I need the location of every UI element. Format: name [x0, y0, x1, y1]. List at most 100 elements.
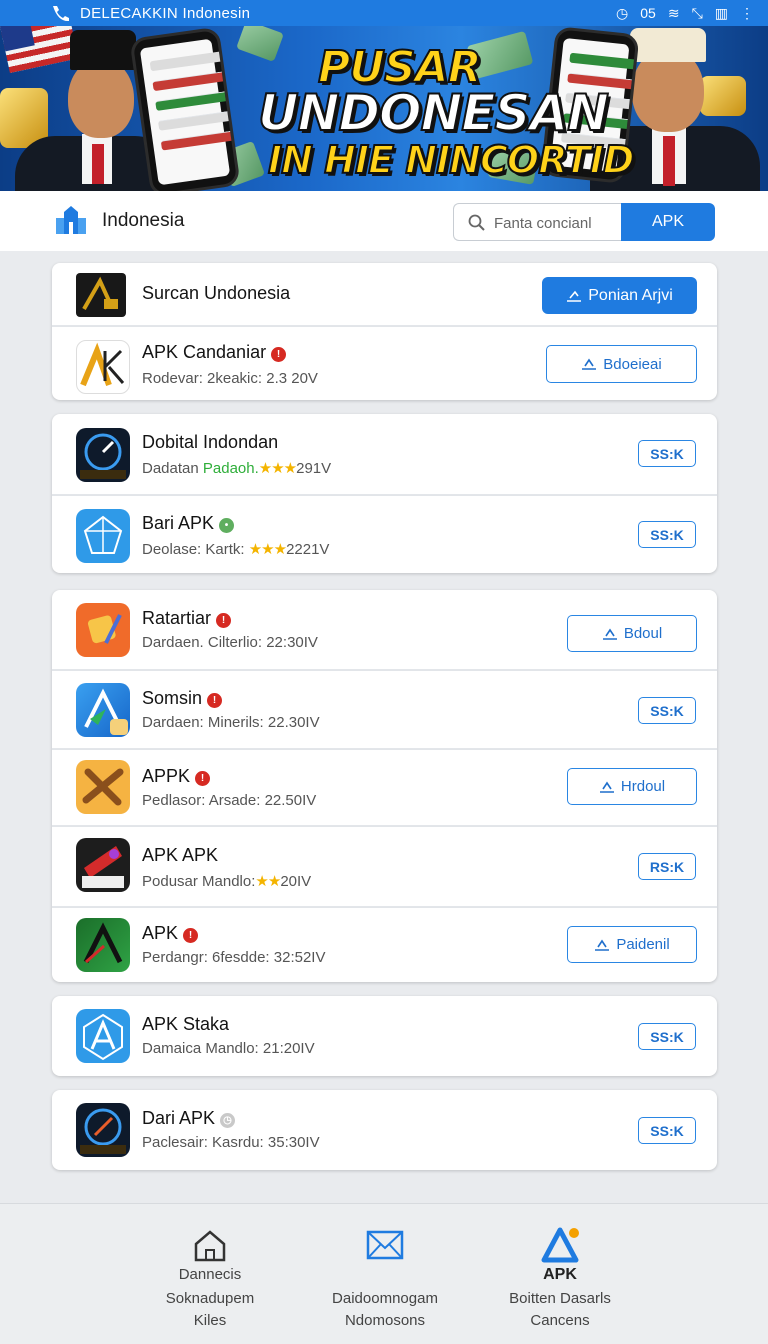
brand-title: Indonesia	[102, 210, 185, 231]
list-item[interactable]: Somsin! Dardaen: Minerils: 22.30IV SS:K	[52, 669, 717, 748]
alert-badge: !	[216, 613, 232, 628]
download-button[interactable]: Bdoeieai	[546, 345, 697, 383]
app-icon	[76, 340, 130, 394]
status-bar-title: DELECAKKIN Indonesin	[80, 4, 251, 22]
search-header: Indonesia APK	[0, 191, 768, 251]
money-image	[236, 26, 284, 62]
nav-label: Cancens	[530, 1312, 590, 1329]
download-button[interactable]: SS:K	[638, 1023, 696, 1050]
download-icon	[602, 628, 617, 640]
app-meta: Dadatan Padaoh.★★★291V	[142, 460, 332, 477]
alert-badge: !	[183, 928, 199, 943]
status-count: 05	[640, 5, 656, 21]
list-item[interactable]: APPK! Pedlasor: Arsade: 22.50IV Hrdoul	[52, 748, 717, 825]
download-icon	[567, 290, 582, 302]
button-label: Bdoeieai	[603, 355, 662, 373]
app-title: Dobital Indondan	[142, 432, 279, 452]
download-button[interactable]: Bdoul	[567, 615, 697, 652]
banner-headline: UNDONESAN	[257, 83, 610, 143]
app-title: APK APK	[142, 845, 219, 865]
phone-icon	[53, 6, 69, 22]
app-title: APK!	[142, 923, 199, 944]
download-button[interactable]: Hrdoul	[567, 768, 697, 805]
alarm-icon: ◷	[616, 4, 629, 21]
search-icon	[468, 214, 485, 231]
app-meta: Paclesair: Kasrdu: 35:30IV	[142, 1134, 320, 1151]
apk-logo-icon	[541, 1227, 579, 1263]
search-box[interactable]	[453, 203, 621, 241]
app-title: APPK!	[142, 766, 211, 787]
download-button[interactable]: SS:K	[638, 521, 696, 548]
app-meta: Podusar Mandlo:★★20IV	[142, 873, 312, 890]
nav-item-apk[interactable]: APK Boitten Dasarls Cancens	[450, 1204, 670, 1344]
overflow-menu-icon[interactable]: ⋮	[740, 5, 754, 22]
download-button[interactable]: SS:K	[638, 440, 696, 467]
nav-label: APK	[543, 1266, 577, 1283]
app-card: Surcan Undonesia Ponian Arjvi APK Candan…	[52, 263, 717, 400]
app-title: Ratartiar!	[142, 608, 232, 629]
app-title: APK Staka	[142, 1014, 230, 1034]
app-meta: Perdangr: 6fesdde: 32:52IV	[142, 949, 326, 966]
search-input[interactable]	[494, 212, 614, 234]
app-title: Bari APK •	[142, 513, 235, 534]
app-meta: Rodevar: 2keakic: 2.3 20V	[142, 370, 318, 387]
app-card: Dobital Indondan Dadatan Padaoh.★★★291V …	[52, 414, 717, 573]
list-item[interactable]: Ratartiar! Dardaen. Cilterlio: 22:30IV B…	[52, 590, 717, 669]
home-icon	[194, 1230, 226, 1262]
app-meta: Damaica Mandlo: 21:20IV	[142, 1040, 315, 1057]
list-item[interactable]: Bari APK • Deolase: Kartk: ★★★2221V SS:K	[52, 494, 717, 573]
download-icon	[599, 781, 614, 793]
app-icon	[76, 918, 130, 972]
rating-stars: ★★★	[258, 460, 297, 477]
status-badge: •	[219, 518, 235, 533]
alert-badge: !	[195, 771, 211, 786]
app-meta: Dardaen: Minerils: 22.30IV	[142, 714, 320, 731]
button-label: Paidenil	[616, 936, 670, 953]
list-item[interactable]: Dobital Indondan Dadatan Padaoh.★★★291V …	[52, 414, 717, 494]
list-item[interactable]: APK APK Podusar Mandlo:★★20IV RS:K	[52, 825, 717, 906]
app-list: Surcan Undonesia Ponian Arjvi APK Candan…	[0, 251, 768, 1203]
app-meta: Deolase: Kartk: ★★★2221V	[142, 541, 330, 558]
list-item[interactable]: APK Staka Damaica Mandlo: 21:20IV SS:K	[52, 996, 717, 1076]
list-item[interactable]: Surcan Undonesia Ponian Arjvi	[52, 263, 717, 325]
app-icon	[76, 683, 130, 737]
download-button[interactable]: SS:K	[638, 697, 696, 724]
app-icon	[76, 1103, 130, 1157]
battery-icon: ▥	[714, 4, 728, 21]
button-label: Hrdoul	[620, 778, 666, 795]
app-icon	[76, 1009, 130, 1063]
list-item[interactable]: Dari APK ◷ Paclesair: Kasrdu: 35:30IV SS:…	[52, 1090, 717, 1170]
bottom-navigation: Dannecis Soknadupem Kiles Daidoomnogam N…	[0, 1203, 768, 1344]
app-title: Surcan Undonesia	[142, 283, 291, 303]
download-button[interactable]: RS:K	[638, 853, 696, 880]
app-icon	[76, 273, 126, 317]
clock-badge: ◷	[220, 1113, 236, 1128]
rating-stars: ★★★	[248, 541, 287, 558]
app-icon	[76, 428, 130, 482]
rating-stars: ★★	[255, 873, 281, 890]
promo-banner[interactable]: PUSAR UNDONESAN IN HIE NINCORTID	[0, 26, 768, 191]
download-button[interactable]: SS:K	[638, 1117, 696, 1144]
app-title: Dari APK ◷	[142, 1108, 236, 1129]
button-label: Ponian Arjvi	[588, 286, 673, 304]
app-title: Somsin!	[142, 688, 223, 709]
signal-icon: ⤡	[691, 4, 703, 21]
app-card: APK Staka Damaica Mandlo: 21:20IV SS:K	[52, 996, 717, 1076]
mail-icon	[366, 1230, 404, 1260]
app-icon	[76, 603, 130, 657]
search-apk-button[interactable]: APK	[621, 203, 715, 241]
app-meta: Dardaen. Cilterlio: 22:30IV	[142, 634, 318, 651]
status-bar: DELECAKKIN Indonesin ◷ 05 ≋ ⤡ ▥ ⋮	[0, 0, 768, 26]
app-meta: Pedlasor: Arsade: 22.50IV	[142, 792, 317, 809]
download-button[interactable]: Paidenil	[567, 926, 697, 963]
list-item[interactable]: APK Candaniar! Rodevar: 2keakic: 2.3 20V…	[52, 325, 717, 400]
list-item[interactable]: APK! Perdangr: 6fesdde: 32:52IV Paidenil	[52, 906, 717, 982]
app-card: Dari APK ◷ Paclesair: Kasrdu: 35:30IV SS:…	[52, 1090, 717, 1170]
download-all-button[interactable]: Ponian Arjvi	[542, 277, 697, 314]
download-icon	[582, 358, 597, 370]
app-card: Ratartiar! Dardaen. Cilterlio: 22:30IV B…	[52, 590, 717, 982]
app-icon	[76, 760, 130, 814]
wifi-icon: ≋	[667, 4, 680, 21]
nav-label: Boitten Dasarls	[509, 1290, 611, 1307]
status-indicators: ◷ 05 ≋ ⤡ ▥ ⋮	[616, 5, 754, 22]
